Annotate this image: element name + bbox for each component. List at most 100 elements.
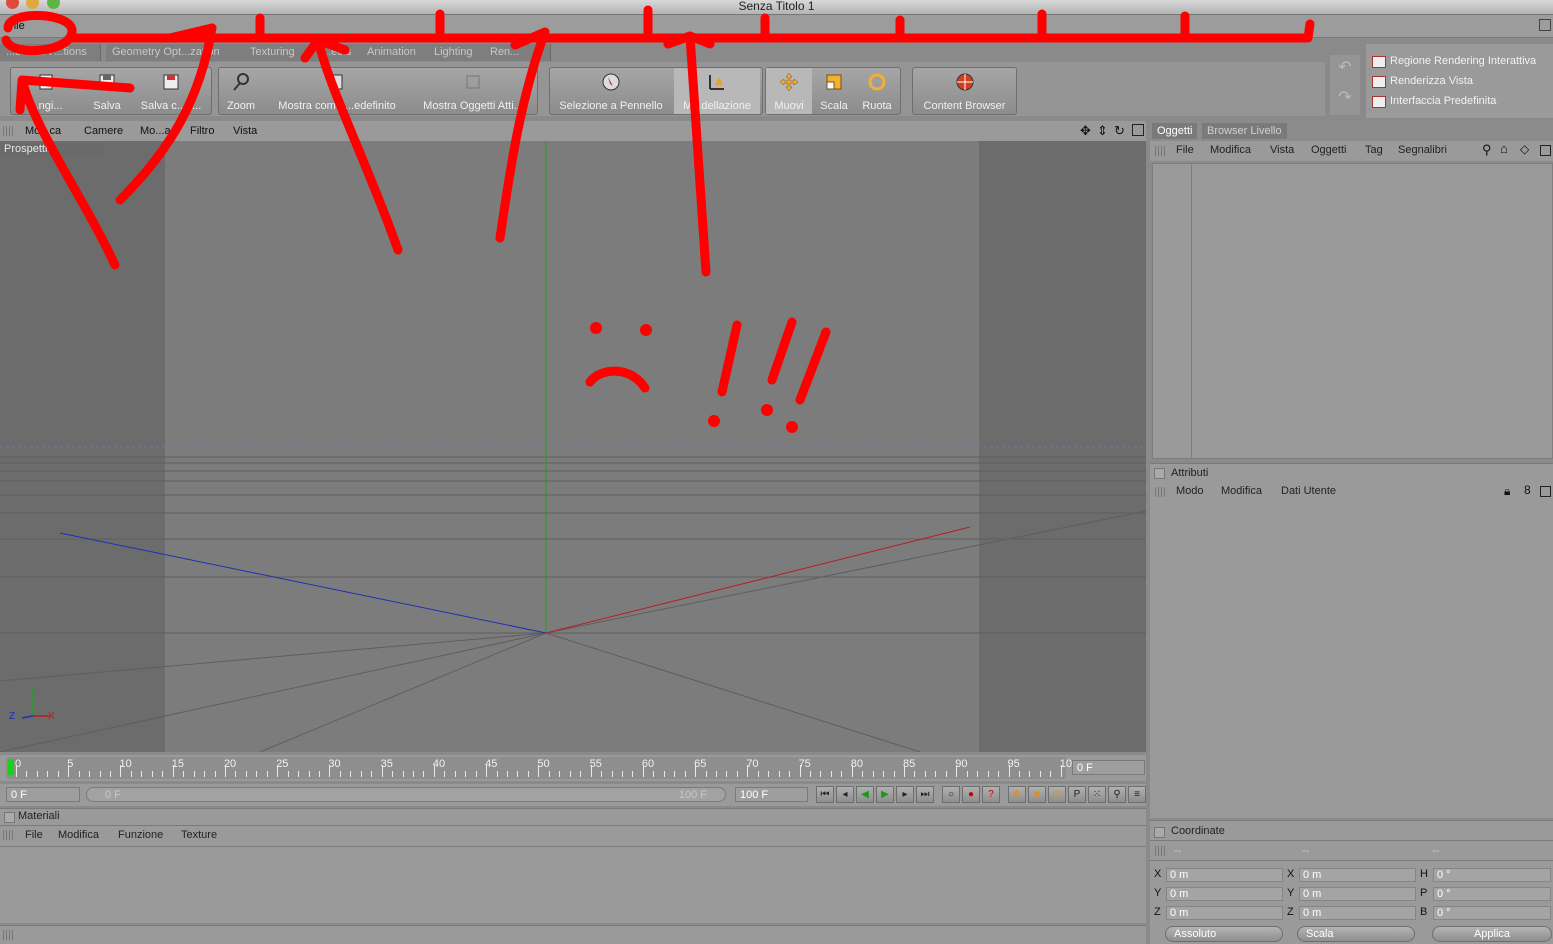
new-panel-icon[interactable] bbox=[1540, 486, 1551, 497]
viewport-menu-edit[interactable]: Mo...ca bbox=[25, 125, 61, 137]
viewport-menu-display[interactable]: Mo...a bbox=[140, 125, 171, 137]
play-backward-icon[interactable]: ◀ bbox=[856, 786, 874, 803]
save-as-button[interactable]: Salva c...e... bbox=[133, 68, 209, 114]
timeline-tick bbox=[141, 771, 143, 777]
objects-menu-view[interactable]: Vista bbox=[1270, 144, 1294, 156]
redo-icon[interactable]: ↷ bbox=[1334, 87, 1356, 109]
key-interp-icon[interactable]: ⚲ bbox=[1108, 786, 1126, 803]
render-view[interactable]: Renderizza Vista bbox=[1372, 72, 1473, 90]
expand-icon[interactable] bbox=[1539, 19, 1551, 31]
interactive-render-region[interactable]: Regione Rendering Interattiva bbox=[1372, 52, 1536, 70]
key-rotate-icon[interactable]: ◎ bbox=[1048, 786, 1066, 803]
scale-mode-select[interactable]: Scala bbox=[1297, 926, 1415, 942]
lock-icon[interactable]: 🔒︎ bbox=[1504, 484, 1510, 499]
key-scale-icon[interactable]: ■ bbox=[1028, 786, 1046, 803]
rot-p-field[interactable]: 0 ° bbox=[1433, 887, 1551, 901]
rot-h-field[interactable]: 0 ° bbox=[1433, 868, 1551, 882]
key-move-icon[interactable]: ✥ bbox=[1008, 786, 1026, 803]
scale-button[interactable]: Scala bbox=[814, 68, 854, 114]
current-frame-field[interactable]: 0 F bbox=[1072, 760, 1145, 775]
maximize-icon[interactable] bbox=[1132, 124, 1144, 136]
size-z-field[interactable]: 0 m bbox=[1299, 906, 1416, 920]
objects-menu-edit[interactable]: Modifica bbox=[1210, 144, 1251, 156]
menu-file[interactable]: File bbox=[7, 20, 25, 32]
brush-selection-button[interactable]: Selezione a Pennello bbox=[550, 68, 672, 114]
save-button[interactable]: Salva bbox=[85, 68, 129, 114]
view-toggle-icon[interactable]: ◇ bbox=[1520, 142, 1529, 156]
pos-x-field[interactable]: 0 m bbox=[1166, 868, 1283, 882]
divider bbox=[0, 825, 1146, 826]
tab-layer-browser[interactable]: Browser Livello bbox=[1202, 123, 1287, 139]
objects-menu-file[interactable]: File bbox=[1176, 144, 1194, 156]
tab-geometry[interactable]: Geometry Opt...zation bbox=[106, 44, 245, 61]
materials-menu-function[interactable]: Funzione bbox=[118, 829, 163, 841]
link-icon[interactable]: 8 bbox=[1524, 483, 1531, 497]
undo-icon[interactable]: ↶ bbox=[1334, 57, 1356, 79]
autokey-icon[interactable]: ? bbox=[982, 786, 1000, 803]
go-to-start-icon[interactable]: ⏮ bbox=[816, 786, 834, 803]
objects-menu-tag[interactable]: Tag bbox=[1365, 144, 1383, 156]
size-x-field[interactable]: 0 m bbox=[1299, 868, 1416, 882]
rotation-col-header: -- bbox=[1432, 845, 1440, 857]
coordinate-mode-select[interactable]: Assoluto bbox=[1165, 926, 1283, 942]
zoom-button[interactable]: Zoom bbox=[219, 68, 263, 114]
panel-checkbox[interactable] bbox=[1154, 827, 1165, 838]
dolly-icon[interactable]: ⇕ bbox=[1097, 123, 1108, 139]
attributes-menu-mode[interactable]: Modo bbox=[1176, 485, 1204, 497]
frame-range-slider[interactable]: 0 F 100 F bbox=[86, 787, 726, 802]
record-options-icon[interactable]: ○ bbox=[942, 786, 960, 803]
previous-key-icon[interactable]: ◂ bbox=[836, 786, 854, 803]
key-param-icon[interactable]: P bbox=[1068, 786, 1086, 803]
objects-menu-objects[interactable]: Oggetti bbox=[1311, 144, 1346, 156]
attributes-menu-edit[interactable]: Modifica bbox=[1221, 485, 1262, 497]
content-browser-button[interactable]: Content Browser bbox=[913, 68, 1016, 114]
3d-viewport[interactable]: Prospetti... Y Z X bbox=[0, 141, 1146, 752]
home-icon[interactable]: ⌂ bbox=[1500, 141, 1508, 156]
playhead[interactable] bbox=[8, 759, 14, 775]
pos-z-field[interactable]: 0 m bbox=[1166, 906, 1283, 920]
object-list[interactable] bbox=[1152, 163, 1553, 459]
end-frame-field[interactable]: 100 F bbox=[735, 787, 808, 802]
search-icon[interactable]: ⚲ bbox=[1482, 142, 1492, 158]
rot-b-field[interactable]: 0 ° bbox=[1433, 906, 1551, 920]
tab-texturing[interactable]: Texturing bbox=[244, 44, 317, 61]
materials-menu-file[interactable]: File bbox=[25, 829, 43, 841]
start-frame-field[interactable]: 0 F bbox=[6, 787, 80, 802]
materials-menu-edit[interactable]: Modifica bbox=[58, 829, 99, 841]
timeline-options-icon[interactable]: ≡ bbox=[1128, 786, 1146, 803]
timeline-ruler[interactable]: 0 5 10 15 20 25 30 35 40 45 50 55 60 65 70 75 80 85 90 95 10 bbox=[6, 757, 1072, 779]
column-divider bbox=[1191, 164, 1192, 458]
default-interface[interactable]: Interfaccia Predefinita bbox=[1372, 92, 1496, 110]
move-button[interactable]: Muovi bbox=[766, 68, 812, 114]
size-y-field[interactable]: 0 m bbox=[1299, 887, 1416, 901]
orbit-icon[interactable]: ↻ bbox=[1114, 123, 1125, 139]
next-key-icon[interactable]: ▸ bbox=[896, 786, 914, 803]
attributes-menu-user-data[interactable]: Dati Utente bbox=[1281, 485, 1336, 497]
play-forward-icon[interactable]: ▶ bbox=[876, 786, 894, 803]
tab-objects[interactable]: Oggetti bbox=[1152, 123, 1198, 139]
viewport-menu-view[interactable]: Vista bbox=[233, 125, 257, 137]
viewport-menu-cameras[interactable]: Camere bbox=[84, 125, 123, 137]
show-default-button[interactable]: Mostra come ...edefinito bbox=[267, 68, 407, 114]
rotate-button[interactable]: Ruota bbox=[856, 68, 898, 114]
objects-menu-bookmarks[interactable]: Segnalibri bbox=[1398, 144, 1447, 156]
panel-checkbox[interactable] bbox=[4, 812, 15, 823]
tab-animation[interactable]: Animation bbox=[361, 44, 436, 61]
tab-render[interactable]: Ren... bbox=[484, 44, 551, 61]
modeling-button[interactable]: M...dellazione bbox=[674, 68, 760, 114]
key-points-icon[interactable]: ⁙ bbox=[1088, 786, 1106, 803]
record-icon[interactable]: ● bbox=[962, 786, 980, 803]
pan-icon[interactable]: ✥ bbox=[1080, 123, 1091, 139]
tab-general[interactable]: ...eneral F...tions bbox=[0, 44, 101, 61]
panel-checkbox[interactable] bbox=[1154, 468, 1165, 479]
show-active-objects-button[interactable]: Mostra Oggetti Atti... bbox=[411, 68, 535, 114]
add-button[interactable]: ...ngi... bbox=[11, 68, 81, 114]
viewport-menu-filter[interactable]: Filtro bbox=[190, 125, 214, 137]
timeline-tick bbox=[454, 771, 456, 777]
tab-lighting[interactable]: Lighting bbox=[428, 44, 491, 61]
go-to-end-icon[interactable]: ⏭ bbox=[916, 786, 934, 803]
apply-button[interactable]: Applica bbox=[1432, 926, 1552, 942]
materials-menu-texture[interactable]: Texture bbox=[181, 829, 217, 841]
pos-y-field[interactable]: 0 m bbox=[1166, 887, 1283, 901]
new-panel-icon[interactable] bbox=[1540, 145, 1551, 156]
